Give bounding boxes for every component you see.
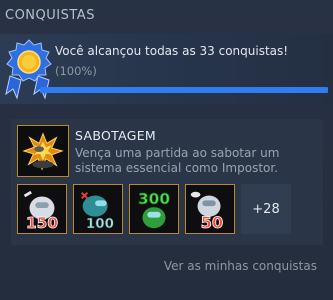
achievement-150-icon[interactable]: 150: [17, 184, 67, 234]
progress-bar: [40, 87, 328, 93]
achievement-50-icon[interactable]: 50: [185, 184, 235, 234]
achievement-description: Vença uma partida ao sabotar um sistema …: [75, 146, 280, 175]
explosion-icon[interactable]: [17, 125, 69, 177]
achievements-panel: CONQUISTAS Você alcançou todas as 33 con…: [0, 0, 333, 300]
achievement-name: SABOTAGEM: [75, 128, 156, 143]
thumb-label: 50: [201, 213, 224, 232]
medal-icon: [5, 39, 52, 100]
more-achievements-count[interactable]: +28: [241, 184, 291, 234]
thumb-label: 150: [26, 214, 58, 232]
summary-percent: (100%): [55, 64, 97, 78]
thumb-label: 300: [138, 190, 170, 208]
achievement-100-icon[interactable]: 100: [73, 184, 123, 234]
thumb-label: 100: [86, 217, 114, 232]
section-title: CONQUISTAS: [5, 8, 95, 23]
featured-achievement-card[interactable]: SABOTAGEM Vença uma partida ao sabotar u…: [11, 119, 323, 245]
summary-text: Você alcançou todas as 33 conquistas!: [55, 44, 289, 58]
achievement-summary: Você alcançou todas as 33 conquistas! (1…: [0, 34, 333, 104]
progress-fill: [40, 87, 328, 93]
achievement-300-icon[interactable]: 300: [129, 184, 179, 234]
view-my-achievements-link[interactable]: Ver as minhas conquistas: [164, 259, 317, 273]
